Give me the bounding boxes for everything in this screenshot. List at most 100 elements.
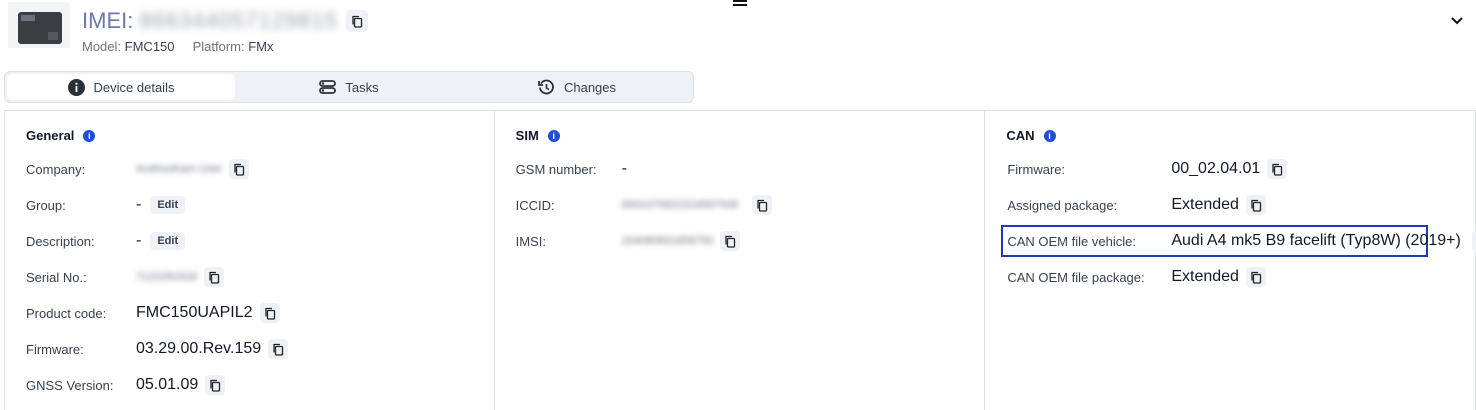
oem-vehicle-value: Audi A4 mk5 B9 facelift (Typ8W) (2019+) (1171, 232, 1460, 250)
platform-value: FMx (248, 39, 273, 54)
copy-icon (272, 343, 284, 356)
model-label: Model: (82, 39, 121, 54)
firmware-label: Firmware: (26, 342, 84, 357)
copy-firmware-button[interactable] (268, 339, 288, 359)
oem-package-label: CAN OEM file package: (1007, 270, 1144, 285)
tab-bar: Device details Tasks Changes (4, 71, 694, 103)
iccid-row: ICCID: (516, 193, 555, 217)
info-icon[interactable]: i (548, 130, 560, 142)
general-title: General (26, 128, 74, 143)
copy-icon (1250, 271, 1262, 284)
can-firmware-value-wrap: 00_02.04.01 (1171, 159, 1287, 179)
assigned-package-label: Assigned package: (1007, 198, 1117, 213)
serial-label: Serial No.: (26, 270, 87, 285)
can-section: CAN i Firmware: 00_02.04.01 Assigned pac… (985, 111, 1476, 410)
serial-row: Serial No.: (26, 265, 87, 289)
company-value-wrap: AndriusKam User (136, 159, 249, 179)
oem-package-value-wrap: Extended (1171, 267, 1266, 287)
imsi-value-wrap: 204080831858750 (622, 231, 741, 251)
can-firmware-row: Firmware: (1007, 157, 1065, 181)
tasks-icon (319, 80, 336, 94)
assigned-package-value: Extended (1171, 196, 1239, 214)
tab-label: Tasks (345, 80, 378, 95)
sim-title: SIM (516, 128, 539, 143)
firmware-value: 03.29.00.Rev.159 (136, 340, 261, 358)
imsi-value: 204080831858750 (622, 235, 714, 247)
section-title: CAN i (1006, 128, 1055, 143)
group-label: Group: (26, 198, 66, 213)
copy-serial-button[interactable] (204, 267, 224, 287)
tab-device-details[interactable]: Device details (7, 74, 235, 100)
copy-product-code-button[interactable] (260, 303, 280, 323)
product-code-value-wrap: FMC150UAPIL2 (136, 303, 280, 323)
imei-value: 866344057129815 (139, 8, 338, 34)
product-code-label: Product code: (26, 306, 106, 321)
copy-can-firmware-button[interactable] (1267, 159, 1287, 179)
edit-description-button[interactable]: Edit (150, 232, 185, 250)
copy-icon (724, 235, 736, 248)
copy-gnss-button[interactable] (205, 375, 225, 395)
oem-package-row: CAN OEM file package: (1007, 265, 1144, 289)
firmware-value-wrap: 03.29.00.Rev.159 (136, 339, 288, 359)
group-value: - (136, 196, 141, 214)
gnss-label: GNSS Version: (26, 378, 113, 393)
tab-label: Changes (564, 80, 616, 95)
imei-label: IMEI: (82, 8, 133, 34)
section-title: General i (26, 128, 95, 143)
gsm-row: GSM number: (516, 157, 597, 181)
platform-label: Platform: (193, 39, 245, 54)
copy-imsi-button[interactable] (720, 231, 740, 251)
gsm-value: - (622, 160, 627, 178)
group-row: Group: (26, 193, 66, 217)
tab-label: Device details (94, 80, 175, 95)
can-firmware-label: Firmware: (1007, 162, 1065, 177)
gnss-row: GNSS Version: (26, 373, 113, 397)
gnss-value-wrap: 05.01.09 (136, 375, 225, 395)
oem-vehicle-row: CAN OEM file vehicle: (1007, 229, 1136, 253)
description-value: - (136, 232, 141, 250)
iccid-value-wrap: 8931070822319587508 (622, 195, 772, 215)
iccid-value: 8931070822319587508 (622, 199, 738, 211)
description-label: Description: (26, 234, 95, 249)
group-value-wrap: - Edit (136, 193, 185, 217)
device-details-panel: General i Company: AndriusKam User Group… (4, 110, 1476, 410)
imei-header: IMEI: 866344057129815 (82, 6, 368, 36)
copy-imei-button[interactable] (346, 10, 368, 32)
sim-section: SIM i GSM number: - ICCID: 8931070822319… (495, 111, 986, 410)
oem-vehicle-label: CAN OEM file vehicle: (1007, 234, 1136, 249)
tab-changes[interactable]: Changes (463, 74, 691, 100)
copy-assigned-package-button[interactable] (1246, 195, 1266, 215)
iccid-label: ICCID: (516, 198, 555, 213)
info-icon[interactable]: i (83, 130, 95, 142)
gsm-label: GSM number: (516, 162, 597, 177)
copy-icon (233, 163, 245, 176)
history-icon (538, 79, 555, 96)
can-firmware-value: 00_02.04.01 (1171, 160, 1260, 178)
copy-icon (351, 15, 363, 28)
imsi-label: IMSI: (516, 234, 546, 249)
oem-vehicle-value-wrap: Audi A4 mk5 B9 facelift (Typ8W) (2019+) (1171, 231, 1476, 251)
menu-handle-icon[interactable] (733, 0, 747, 6)
copy-oem-vehicle-button[interactable] (1472, 231, 1476, 251)
model-value: FMC150 (125, 39, 175, 54)
gsm-value-wrap: - (622, 157, 627, 181)
copy-icon (1271, 163, 1283, 176)
tab-tasks[interactable]: Tasks (235, 74, 463, 100)
gnss-value: 05.01.09 (136, 376, 198, 394)
copy-iccid-button[interactable] (752, 195, 772, 215)
section-title: SIM i (516, 128, 560, 143)
description-row: Description: (26, 229, 95, 253)
chevron-down-icon[interactable] (1450, 16, 1464, 26)
edit-group-button[interactable]: Edit (150, 196, 185, 214)
copy-company-button[interactable] (229, 159, 249, 179)
oem-package-value: Extended (1171, 268, 1239, 286)
serial-value-wrap: 7122281918 (136, 267, 224, 287)
imsi-row: IMSI: (516, 229, 546, 253)
copy-oem-package-button[interactable] (1246, 267, 1266, 287)
copy-icon (756, 199, 768, 212)
company-row: Company: (26, 157, 85, 181)
serial-value: 7122281918 (136, 271, 197, 283)
device-meta: Model: FMC150 Platform: FMx (82, 39, 274, 54)
description-value-wrap: - Edit (136, 229, 185, 253)
info-icon[interactable]: i (1044, 130, 1056, 142)
